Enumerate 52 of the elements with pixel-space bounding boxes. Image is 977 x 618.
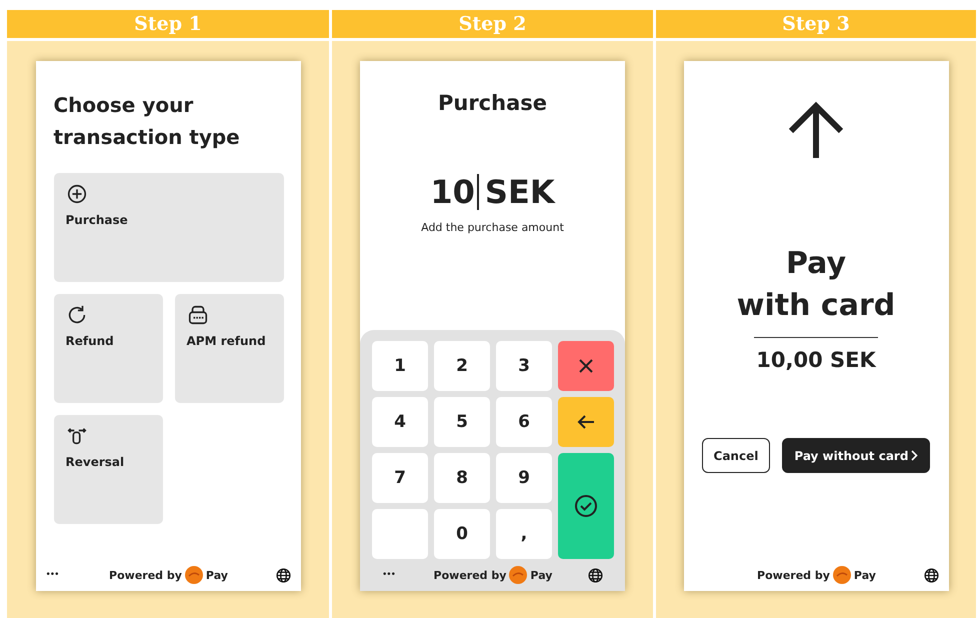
close-icon <box>578 358 594 374</box>
pay-with-card-title: Pay with card <box>736 245 896 325</box>
keypad-key[interactable]: 2 <box>434 341 490 391</box>
brand-name: Pay <box>206 568 228 582</box>
powered-by-text: Powered by <box>757 568 830 582</box>
plus-circle-icon <box>66 183 88 205</box>
transaction-type-tile[interactable]: Reversal <box>54 415 162 524</box>
check-circle-icon <box>574 494 598 518</box>
brand-logo-icon <box>832 566 851 584</box>
confirm-key[interactable] <box>558 453 614 559</box>
keypad-key[interactable]: 8 <box>434 453 490 503</box>
currency-label: SEK <box>484 173 555 211</box>
up-arrow-icon <box>786 101 846 159</box>
step-header: Step 1 <box>7 10 329 38</box>
backspace-key[interactable] <box>558 397 614 447</box>
keypad-key[interactable]: 1 <box>372 341 428 391</box>
text-cursor <box>476 174 479 210</box>
transaction-type-tile[interactable]: APM refund <box>174 294 284 403</box>
keypad-key[interactable]: 4 <box>372 397 428 447</box>
cancel-button[interactable]: Cancel <box>702 438 770 473</box>
globe-icon[interactable] <box>588 568 603 582</box>
keypad-key[interactable]: 5 <box>434 397 490 447</box>
amount-value: 10 <box>430 173 475 211</box>
keypad-key[interactable]: 9 <box>496 453 552 503</box>
card-terminal-icon <box>186 304 208 326</box>
more-menu-button[interactable]: ••• <box>382 570 398 580</box>
screen-title: Choose your transaction type <box>54 92 241 151</box>
amount-hint: Add the purchase amount <box>420 221 565 234</box>
globe-icon[interactable] <box>924 568 938 582</box>
chevron-right-icon <box>911 450 918 461</box>
keypad-key[interactable]: 7 <box>372 453 428 503</box>
payment-amount: 10,00 SEK <box>755 348 878 372</box>
pay-without-card-button[interactable]: Pay without card <box>782 438 930 473</box>
powered-by-text: Powered by <box>434 568 506 582</box>
transaction-type-tile[interactable]: Purchase <box>54 173 284 282</box>
globe-icon[interactable] <box>276 568 290 582</box>
powered-by-text: Powered by <box>109 568 182 582</box>
brand-name: Pay <box>854 568 876 582</box>
brand-logo-icon <box>509 566 528 584</box>
keypad-key[interactable]: 6 <box>496 397 552 447</box>
step-header: Step 3 <box>656 10 976 38</box>
brand-name: Pay <box>530 568 552 582</box>
step-header: Step 2 <box>332 10 653 38</box>
keypad-key[interactable]: 0 <box>434 509 490 559</box>
more-menu-button[interactable]: ••• <box>46 570 62 580</box>
cancel-key[interactable] <box>558 341 614 391</box>
left-arrow-icon <box>577 414 595 430</box>
keypad-key[interactable]: , <box>496 509 552 559</box>
brand-logo-icon <box>184 566 203 584</box>
transaction-type-tile[interactable]: Refund <box>54 294 162 403</box>
screen-title: Purchase <box>436 91 548 115</box>
keypad-key[interactable]: 3 <box>496 341 552 391</box>
